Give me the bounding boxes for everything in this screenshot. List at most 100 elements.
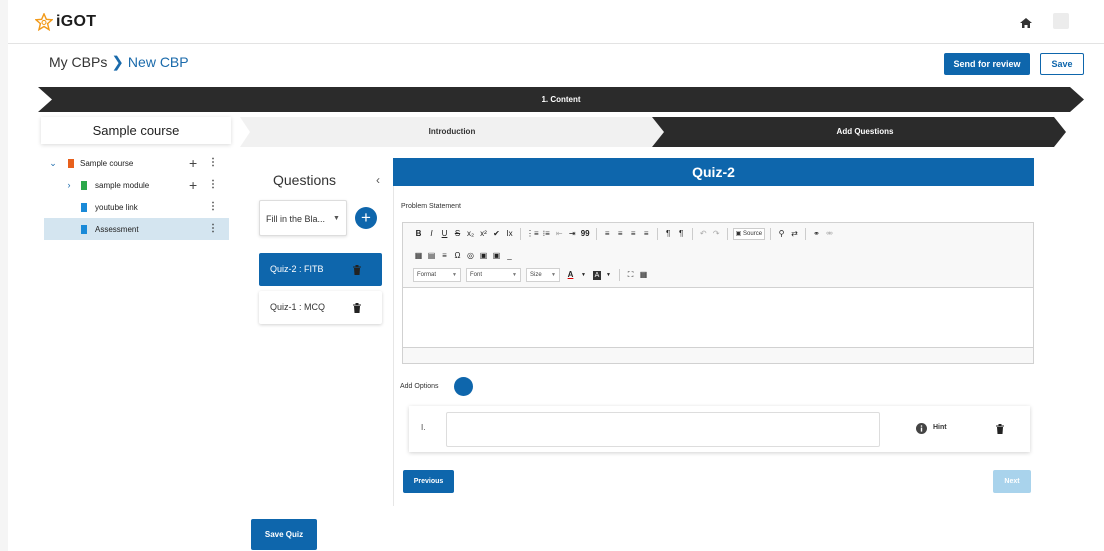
special-char-icon[interactable]: Ω [452, 249, 463, 263]
replace-icon[interactable]: ⇄ [789, 227, 800, 241]
tree-item-sample-course[interactable]: ⌄ Sample course + ⋮ [44, 152, 229, 174]
numbered-list-button[interactable]: ⋮≡ [526, 227, 539, 241]
igot-logo[interactable]: iGOT [35, 12, 96, 32]
breadcrumb: My CBPs ❯ New CBP [49, 53, 189, 71]
image-icon[interactable]: ▦ [413, 249, 424, 263]
trash-icon[interactable] [996, 424, 1004, 434]
redo-button[interactable]: ↷ [711, 227, 722, 241]
toolbar-row-1: B I U S x₂ x² ✔ Ix ⋮≡ ⁝≡ ⇤ ⇥ 99 ≡ ≡ ≡ ≡ [413, 227, 835, 241]
send-for-review-button[interactable]: Send for review [944, 53, 1030, 75]
copy-format-button[interactable]: ✔ [491, 227, 502, 241]
course-tree: ⌄ Sample course + ⋮ › sample module + ⋮ … [44, 152, 229, 240]
align-left-button[interactable]: ≡ [602, 227, 613, 241]
horizontal-rule-icon[interactable]: ≡ [439, 249, 450, 263]
tree-item-youtube-link[interactable]: youtube link ⋮ [44, 196, 229, 218]
strike-button[interactable]: S [452, 227, 463, 241]
bulleted-list-button[interactable]: ⁝≡ [541, 227, 552, 241]
option-row: I. Hint [409, 406, 1030, 452]
superscript-button[interactable]: x² [478, 227, 489, 241]
caret-down-icon: ▼ [551, 272, 556, 278]
resource-icon [81, 224, 87, 234]
collapse-chevron-icon[interactable]: ‹ [376, 173, 380, 187]
link-icon[interactable]: ⚭ [811, 227, 822, 241]
blockquote-button[interactable]: 99 [580, 227, 591, 241]
remove-format-button[interactable]: Ix [504, 227, 515, 241]
trash-icon[interactable] [353, 265, 361, 275]
chevron-right-icon[interactable]: › [64, 180, 74, 190]
caret-down-icon[interactable]: ▼ [578, 268, 589, 282]
option-input[interactable] [446, 412, 880, 447]
trash-icon[interactable] [353, 303, 361, 313]
info-icon[interactable] [916, 423, 927, 434]
show-blocks-icon[interactable]: ▦ [638, 268, 649, 282]
add-options-label: Add Options [400, 383, 439, 390]
maximize-icon[interactable]: ⛶ [625, 268, 636, 282]
size-combo[interactable]: Size ▼ [526, 268, 560, 282]
underline-button[interactable]: U [439, 227, 450, 241]
question-item-quiz-2[interactable]: Quiz-2 : FITB [259, 253, 382, 286]
more-options-icon[interactable]: ⋮ [208, 224, 218, 234]
more-options-icon[interactable]: ⋮ [208, 180, 218, 190]
previous-button[interactable]: Previous [403, 470, 454, 493]
align-center-button[interactable]: ≡ [615, 227, 626, 241]
add-child-icon[interactable]: + [189, 178, 197, 192]
quiz-title: Quiz-2 [393, 158, 1034, 186]
iframe-icon[interactable]: ▣ [478, 249, 489, 263]
stage-content-label[interactable]: 1. Content [38, 87, 1084, 112]
font-combo-label: Font [470, 272, 483, 278]
hint-label[interactable]: Hint [933, 424, 947, 431]
underscore-icon[interactable]: _ [504, 249, 515, 263]
home-icon[interactable] [1019, 16, 1033, 30]
ltr-button[interactable]: ¶ [663, 227, 674, 241]
caret-down-icon: ▼ [452, 272, 457, 278]
logo-star-icon [35, 13, 53, 31]
next-button[interactable]: Next [993, 470, 1031, 493]
rtl-button[interactable]: ¶ [676, 227, 687, 241]
format-combo[interactable]: Format ▼ [413, 268, 461, 282]
logo-text: iGOT [56, 13, 97, 30]
substep-add-questions[interactable]: Add Questions [664, 117, 1066, 147]
embed-icon[interactable]: ▣ [491, 249, 502, 263]
indent-button[interactable]: ⇥ [567, 227, 578, 241]
text-color-icon[interactable]: A [565, 268, 576, 282]
question-type-select[interactable]: Fill in the Bla... ▼ [259, 200, 347, 236]
bg-color-icon[interactable]: A [593, 270, 601, 280]
unlink-icon[interactable]: ⚮ [824, 227, 835, 241]
source-label: Source [743, 231, 763, 237]
toolbar-row-3: Format ▼ Font ▼ Size ▼ A ▼ A ▼ ⛶ ▦ [413, 268, 649, 282]
question-item-quiz-1[interactable]: Quiz-1 : MCQ [259, 291, 382, 324]
more-options-icon[interactable]: ⋮ [208, 202, 218, 212]
add-child-icon[interactable]: + [189, 156, 197, 170]
subscript-button[interactable]: x₂ [465, 227, 476, 241]
substep-introduction[interactable]: Introduction [240, 117, 664, 147]
font-combo[interactable]: Font ▼ [466, 268, 521, 282]
tree-item-label: Sample course [80, 158, 134, 168]
breadcrumb-my-cbps[interactable]: My CBPs [49, 54, 107, 70]
align-right-button[interactable]: ≡ [628, 227, 639, 241]
editor-toolbar: B I U S x₂ x² ✔ Ix ⋮≡ ⁝≡ ⇤ ⇥ 99 ≡ ≡ ≡ ≡ [403, 223, 1033, 288]
more-options-icon[interactable]: ⋮ [208, 158, 218, 168]
align-justify-button[interactable]: ≡ [641, 227, 652, 241]
source-button[interactable]: ▣ Source [732, 228, 766, 240]
add-question-button[interactable]: + [355, 207, 377, 229]
outdent-button[interactable]: ⇤ [554, 227, 565, 241]
avatar[interactable] [1053, 13, 1069, 29]
breadcrumb-chevron-icon: ❯ [111, 54, 124, 71]
find-icon[interactable]: ⚲ [776, 227, 787, 241]
italic-button[interactable]: I [426, 227, 437, 241]
save-button[interactable]: Save [1040, 53, 1084, 75]
question-item-label: Quiz-2 : FITB [270, 264, 324, 274]
tree-item-sample-module[interactable]: › sample module + ⋮ [44, 174, 229, 196]
tree-item-label: sample module [95, 180, 150, 190]
undo-button[interactable]: ↶ [698, 227, 709, 241]
toolbar-separator [619, 269, 620, 281]
add-option-button[interactable] [454, 377, 473, 396]
smiley-icon[interactable]: ◎ [465, 249, 476, 263]
caret-down-icon[interactable]: ▼ [603, 268, 614, 282]
rich-text-editor[interactable]: B I U S x₂ x² ✔ Ix ⋮≡ ⁝≡ ⇤ ⇥ 99 ≡ ≡ ≡ ≡ [402, 222, 1034, 364]
bold-button[interactable]: B [413, 227, 424, 241]
chevron-down-icon[interactable]: ⌄ [48, 158, 58, 168]
table-icon[interactable]: ▤ [426, 249, 437, 263]
save-quiz-button[interactable]: Save Quiz [251, 519, 317, 550]
tree-item-assessment[interactable]: Assessment ⋮ [44, 218, 229, 240]
